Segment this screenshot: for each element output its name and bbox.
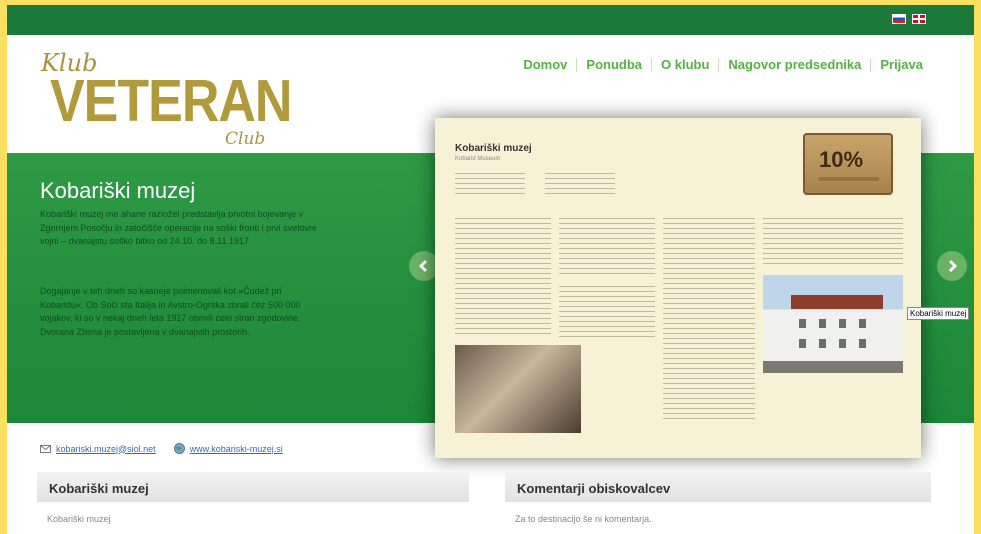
card-text-column-4 (763, 218, 903, 266)
card-contact-block (545, 173, 615, 197)
nav-prijava[interactable]: Prijava (871, 57, 932, 72)
card-address-block (455, 173, 525, 197)
nav-domov[interactable]: Domov (514, 57, 576, 72)
veteran-club-logo[interactable]: Klub VETERAN Club (37, 47, 292, 157)
badge-subtext (819, 177, 879, 181)
card-subtitle: Kobarid Museum (455, 156, 501, 162)
page: Klub VETERAN Club Domov Ponudba O klubu … (7, 5, 974, 534)
card-text-column-2b (559, 286, 655, 338)
hero-paragraph-2: Dogajanje v teh dneh so kasneje poimenov… (40, 286, 301, 337)
logo-club-text: Club (225, 129, 266, 149)
nav-ponudba[interactable]: Ponudba (577, 57, 651, 72)
main-nav: Domov Ponudba O klubu Nagovor predsednik… (514, 57, 932, 72)
nav-nagovor-predsednika[interactable]: Nagovor predsednika (719, 57, 870, 72)
top-bar (7, 5, 974, 35)
card-text-column-2a (559, 218, 655, 278)
contact-links: kobariski.muzej@siol.net www.kobariski-m… (40, 443, 301, 454)
museum-brochure-card[interactable]: Kobariški muzej Kobarid Museum 10% (435, 118, 921, 458)
museum-building-photo (763, 275, 903, 373)
slider-next-button[interactable] (937, 251, 967, 281)
building-roof (791, 295, 883, 309)
hero-title: Kobariški muzej (40, 178, 196, 203)
logo-veteran-text: VETERAN (50, 68, 292, 135)
building-window (799, 339, 806, 348)
discount-badge: 10% (803, 133, 893, 195)
chevron-left-icon (418, 259, 428, 273)
email-link[interactable]: kobariski.muzej@siol.net (56, 444, 156, 454)
museum-interior-photo (455, 345, 581, 433)
building-window (859, 319, 866, 328)
chevron-right-icon (948, 259, 958, 273)
building-window (839, 319, 846, 328)
comments-panel: Komentarji obiskovalcev Za to destinacij… (505, 472, 931, 534)
hero-paragraph-1: Kobariški muzej me ahane razložel predst… (40, 209, 317, 246)
museum-panel-title: Kobariški muzej (37, 472, 469, 502)
slovenian-flag-icon[interactable] (892, 14, 906, 24)
building-window (839, 339, 846, 348)
card-title: Kobariški muzej (455, 143, 532, 154)
building-window (819, 339, 826, 348)
comments-panel-body: Za to destinacijo še ni komentarja. (515, 514, 652, 524)
image-tooltip: Kobariški muzej (907, 307, 970, 320)
english-flag-icon[interactable] (912, 14, 926, 24)
globe-icon (173, 443, 185, 454)
building-window (819, 319, 826, 328)
card-text-column-1 (455, 218, 551, 338)
museum-info-panel: Kobariški muzej Kobariški muzej (37, 472, 469, 534)
discount-value: 10% (819, 147, 864, 172)
building-window (859, 339, 866, 348)
website-link[interactable]: www.kobariski-muzej.si (190, 444, 283, 454)
card-text-column-3 (663, 218, 755, 423)
comments-panel-title: Komentarji obiskovalcev (505, 472, 931, 502)
museum-panel-body: Kobariški muzej (47, 514, 111, 524)
nav-o-klubu[interactable]: O klubu (652, 57, 718, 72)
building-window (799, 319, 806, 328)
mail-icon (40, 444, 51, 453)
